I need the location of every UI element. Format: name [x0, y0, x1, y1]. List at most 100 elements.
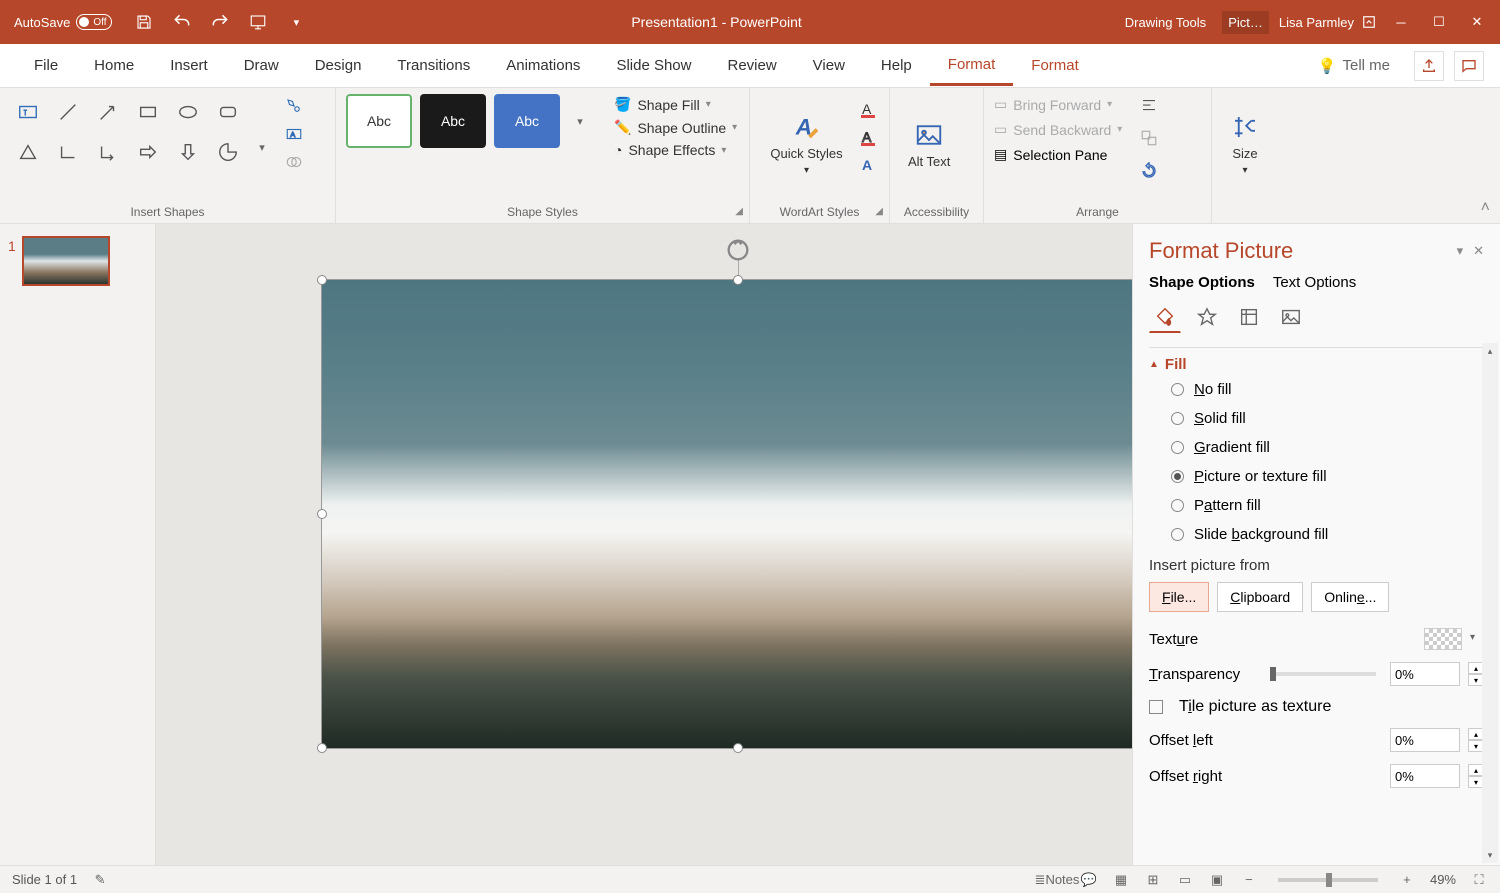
insert-file-button[interactable]: File...	[1149, 582, 1209, 612]
shape-outline-button[interactable]: ✏️Shape Outline▾	[614, 119, 737, 136]
transparency-input[interactable]: 0%	[1390, 662, 1460, 686]
shape-fill-button[interactable]: 🪣Shape Fill▾	[614, 96, 737, 113]
tab-design[interactable]: Design	[297, 47, 380, 84]
maximize-icon[interactable]: ☐	[1430, 13, 1448, 31]
tab-help[interactable]: Help	[863, 47, 930, 84]
style-swatch-1[interactable]: Abc	[346, 94, 412, 148]
autosave-toggle[interactable]: AutoSave Off	[6, 14, 120, 30]
shape-arrow-line-icon[interactable]	[90, 94, 126, 130]
shape-textbox-icon[interactable]	[10, 94, 46, 130]
shape-options-tab[interactable]: Shape Options	[1149, 274, 1255, 291]
thumbnail-1[interactable]: 1	[8, 236, 147, 286]
alt-text-button[interactable]: Alt Text	[900, 94, 958, 194]
tab-draw[interactable]: Draw	[226, 47, 297, 84]
bring-forward-button[interactable]: ▭Bring Forward▾	[994, 96, 1122, 113]
spell-check-icon[interactable]: ✎	[91, 871, 109, 889]
tab-review[interactable]: Review	[709, 47, 794, 84]
tab-insert[interactable]: Insert	[152, 47, 226, 84]
tab-home[interactable]: Home	[76, 47, 152, 84]
tab-format-drawing[interactable]: Format	[930, 46, 1014, 86]
shapes-more-icon[interactable]: ▾	[250, 141, 274, 154]
shape-triangle-icon[interactable]	[10, 134, 46, 170]
edit-shape-icon[interactable]	[282, 94, 306, 118]
style-gallery[interactable]: Abc Abc Abc ▾	[346, 94, 592, 148]
resize-handle-s[interactable]	[733, 743, 743, 753]
tab-transitions[interactable]: Transitions	[379, 47, 488, 84]
dialog-launcher-icon[interactable]: ◢	[735, 206, 743, 217]
panel-options-icon[interactable]: ▾	[1457, 243, 1464, 259]
rotation-handle-icon[interactable]	[724, 236, 752, 264]
qat-more-icon[interactable]: ▾	[286, 12, 306, 32]
undo-icon[interactable]	[172, 12, 192, 32]
offset-left-input[interactable]: 0%	[1390, 728, 1460, 752]
shape-elbow-icon[interactable]	[50, 134, 86, 170]
offset-right-input[interactable]: 0%	[1390, 764, 1460, 788]
collapse-ribbon-icon[interactable]: ˄	[1481, 199, 1490, 217]
mountain-picture[interactable]	[322, 280, 1132, 748]
quick-styles-button[interactable]: A Quick Styles ▾	[760, 94, 853, 194]
insert-online-button[interactable]: Online...	[1311, 582, 1389, 612]
text-outline-icon[interactable]: A	[857, 126, 879, 148]
radio-no-fill[interactable]: No fill	[1171, 381, 1484, 398]
notes-button[interactable]: ≣ Notes	[1048, 871, 1066, 889]
radio-pattern-fill[interactable]: Pattern fill	[1171, 497, 1484, 514]
zoom-level[interactable]: 49%	[1430, 872, 1456, 887]
slideshow-view-icon[interactable]: ▣	[1208, 871, 1226, 889]
shape-line-icon[interactable]	[50, 94, 86, 130]
reading-view-icon[interactable]: ▭	[1176, 871, 1194, 889]
save-icon[interactable]	[134, 12, 154, 32]
redo-icon[interactable]	[210, 12, 230, 32]
minimize-icon[interactable]: ─	[1392, 13, 1410, 31]
user-name[interactable]: Lisa Parmley	[1279, 15, 1354, 30]
tab-slideshow[interactable]: Slide Show	[598, 47, 709, 84]
style-more-icon[interactable]: ▾	[568, 115, 592, 128]
tab-animations[interactable]: Animations	[488, 47, 598, 84]
toggle-switch[interactable]: Off	[76, 14, 112, 30]
normal-view-icon[interactable]: ▦	[1112, 871, 1130, 889]
thumbnail-image[interactable]	[22, 236, 110, 286]
resize-handle-nw[interactable]	[317, 275, 327, 285]
send-backward-button[interactable]: ▭Send Backward▾	[994, 121, 1122, 138]
slide-sorter-icon[interactable]: ⊞	[1144, 871, 1162, 889]
shape-pie-icon[interactable]	[210, 134, 246, 170]
fit-to-window-icon[interactable]: ⛶	[1470, 871, 1488, 889]
picture-panel-icon[interactable]	[1275, 301, 1307, 333]
shape-effects-button[interactable]: ◔Shape Effects▾	[614, 142, 737, 158]
shapes-gallery[interactable]	[10, 94, 246, 170]
radio-solid-fill[interactable]: Solid fill	[1171, 410, 1484, 427]
texture-picker[interactable]	[1424, 628, 1462, 650]
rotate-icon[interactable]	[1140, 162, 1158, 185]
fill-line-icon[interactable]	[1149, 301, 1181, 333]
resize-handle-w[interactable]	[317, 509, 327, 519]
selection-pane-button[interactable]: ▤Selection Pane	[994, 146, 1122, 163]
insert-clipboard-button[interactable]: Clipboard	[1217, 582, 1303, 612]
merge-shapes-icon[interactable]	[282, 150, 306, 174]
shape-oval-icon[interactable]	[170, 94, 206, 130]
comments-icon[interactable]	[1454, 51, 1484, 81]
shape-rectangle-icon[interactable]	[130, 94, 166, 130]
shape-down-arrow-icon[interactable]	[170, 134, 206, 170]
close-icon[interactable]: ✕	[1468, 13, 1486, 31]
tile-checkbox[interactable]: Tile picture as texture	[1149, 692, 1484, 722]
tell-me-search[interactable]: 💡 Tell me	[1304, 57, 1404, 75]
scroll-up-icon[interactable]: ▴	[1482, 343, 1498, 359]
group-icon[interactable]	[1140, 129, 1158, 152]
tab-file[interactable]: File	[16, 47, 76, 84]
panel-close-icon[interactable]: ✕	[1473, 243, 1484, 259]
size-properties-icon[interactable]	[1233, 301, 1265, 333]
slide-1[interactable]	[321, 279, 1132, 749]
ribbon-display-icon[interactable]	[1360, 13, 1378, 31]
zoom-slider[interactable]	[1278, 878, 1378, 882]
style-swatch-2[interactable]: Abc	[420, 94, 486, 148]
scroll-down-icon[interactable]: ▾	[1482, 847, 1498, 863]
start-from-beginning-icon[interactable]	[248, 12, 268, 32]
tab-format-picture[interactable]: Format	[1013, 47, 1097, 84]
slide-counter[interactable]: Slide 1 of 1	[12, 872, 77, 887]
transparency-slider[interactable]	[1270, 672, 1377, 676]
tab-view[interactable]: View	[795, 47, 863, 84]
share-icon[interactable]	[1414, 51, 1444, 81]
text-fill-icon[interactable]: A	[857, 98, 879, 120]
slide-canvas[interactable]	[156, 224, 1132, 865]
thumbnail-panel[interactable]: 1	[0, 224, 156, 865]
text-effects-icon[interactable]: A	[857, 154, 879, 176]
